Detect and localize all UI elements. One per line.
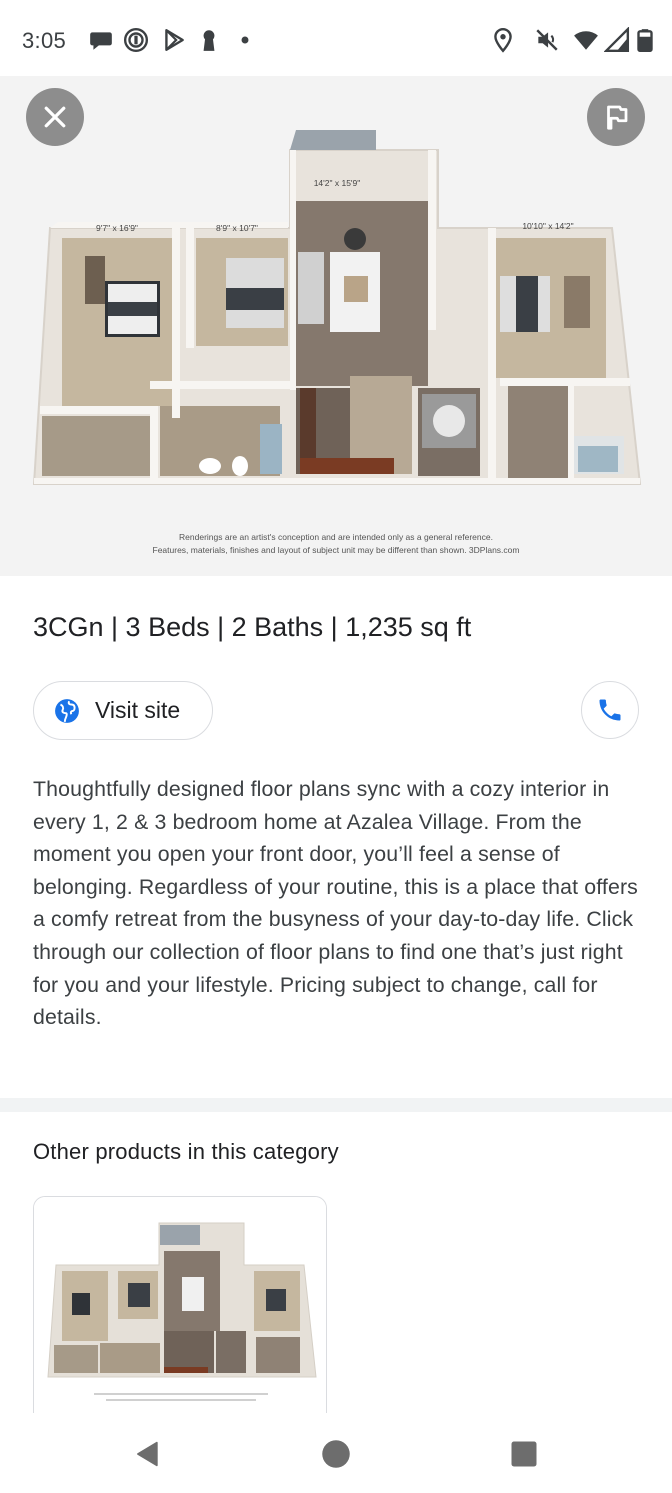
status-bar: 3:05 — [0, 0, 672, 76]
other-products-title: Other products in this category — [33, 1139, 339, 1164]
chat-bubble-icon — [88, 27, 114, 53]
dimension-label-bedroom-3: 10'10" x 14'2" — [522, 221, 573, 231]
signal-icon — [604, 27, 630, 53]
visit-site-label: Visit site — [95, 697, 181, 723]
dimension-label-bedroom-1: 9'7" x 16'9" — [96, 223, 138, 233]
flag-icon — [607, 105, 628, 130]
close-button[interactable] — [26, 88, 84, 146]
home-icon — [322, 1440, 350, 1468]
rendering-disclaimer: Renderings are an artist's conception an… — [179, 532, 493, 542]
report-button[interactable] — [587, 88, 645, 146]
other-product-floor-plan — [34, 1197, 326, 1426]
keyhole-icon — [196, 27, 222, 53]
location-icon — [490, 27, 516, 53]
play-store-icon — [161, 27, 187, 53]
rendering-disclaimer-2: Features, materials, finishes and layout… — [152, 545, 520, 555]
battery-icon — [632, 27, 658, 53]
globe-icon — [55, 698, 79, 723]
target-ring-icon — [123, 27, 149, 53]
call-button[interactable] — [581, 681, 639, 739]
dimension-label-bedroom-2: 8'9" x 10'7" — [216, 223, 258, 233]
product-description: Thoughtfully designed floor plans sync w… — [33, 777, 638, 1030]
navigation-bar — [0, 1413, 672, 1493]
recents-button[interactable] — [509, 1439, 539, 1469]
floor-plan-hero[interactable]: 9'7" x 16'9" 8'9" x 10'7" 14'2" x 15'9" … — [0, 76, 672, 576]
home-button[interactable] — [321, 1439, 351, 1469]
phone-icon — [599, 699, 621, 721]
dimension-label-living: 14'2" x 15'9" — [314, 178, 361, 188]
wifi-icon — [573, 27, 599, 53]
mute-icon — [534, 27, 560, 53]
floor-plan-image: 9'7" x 16'9" 8'9" x 10'7" 14'2" x 15'9" … — [32, 130, 642, 485]
section-divider — [0, 1098, 672, 1112]
back-button[interactable] — [133, 1439, 163, 1469]
back-icon — [137, 1441, 158, 1467]
recents-icon — [511, 1441, 537, 1467]
visit-site-button[interactable]: Visit site — [33, 681, 213, 740]
close-icon — [44, 106, 66, 128]
status-time: 3:05 — [22, 28, 67, 53]
product-title: 3CGn | 3 Beds | 2 Baths | 1,235 sq ft — [33, 612, 472, 642]
other-product-card[interactable] — [33, 1196, 327, 1426]
dot-icon — [232, 27, 258, 53]
